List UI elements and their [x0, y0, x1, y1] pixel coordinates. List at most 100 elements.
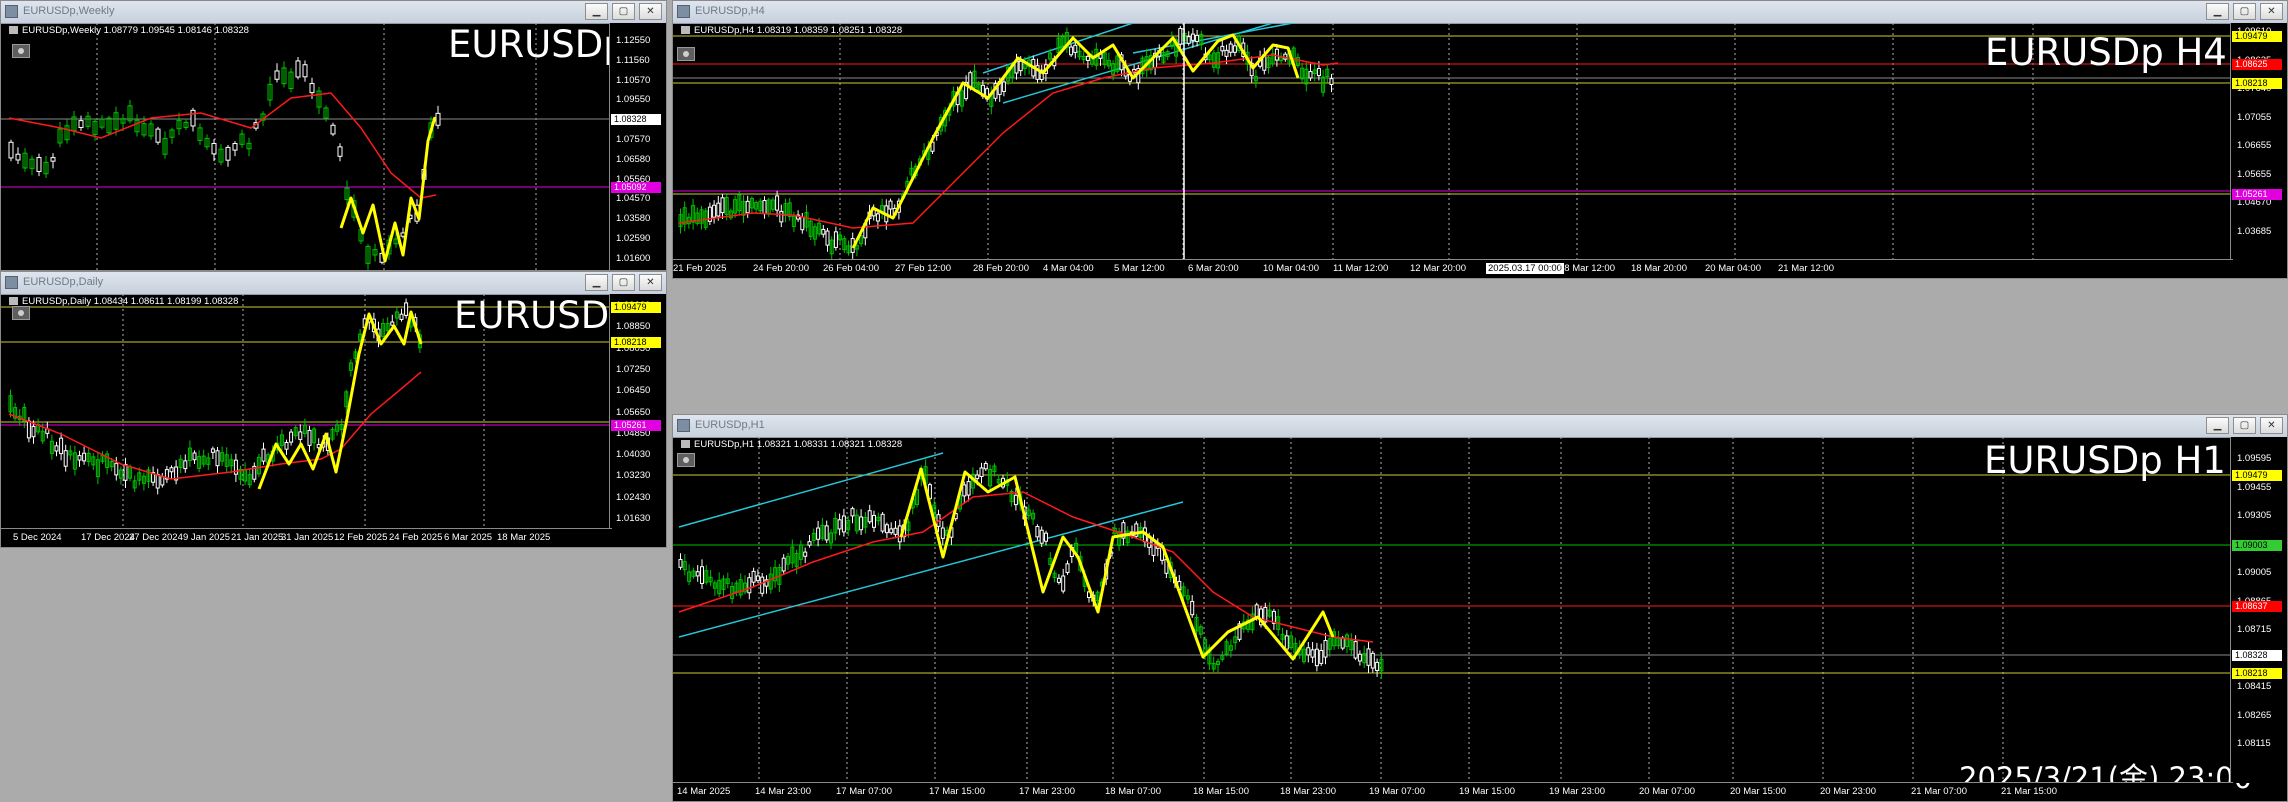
screenshot-icon[interactable]: [677, 47, 695, 61]
time-scale[interactable]: 14 Mar 2025 14 Mar 23:00 17 Mar 07:00 17 Ma…: [673, 782, 2233, 801]
screenshot-icon[interactable]: [677, 453, 695, 467]
candle: [1284, 635, 1289, 650]
time-tick-label: 6 Mar 20:00: [1188, 263, 1239, 274]
window-titlebar[interactable]: EURUSDp,Daily ▁ ▢ ✕: [1, 272, 666, 295]
time-tick-label: 20 Mar 15:00: [1730, 786, 1786, 797]
maximize-button[interactable]: ▢: [2233, 417, 2256, 434]
price-tick-label: 1.01630: [616, 513, 651, 524]
window-title: EURUSDp,Daily: [23, 276, 104, 288]
candle: [800, 216, 805, 231]
price-tag: 1.09479: [611, 302, 661, 313]
candle: [1069, 46, 1074, 56]
candle: [1316, 68, 1321, 77]
price-tick-label: 1.04030: [616, 449, 651, 461]
maximize-button[interactable]: ▢: [2233, 3, 2256, 20]
maximize-button[interactable]: ▢: [612, 274, 635, 291]
chart-window-h4[interactable]: EURUSDp,H4 ▁ ▢ ✕ EURUSDp,H4 1.08319 1.08…: [672, 0, 2288, 279]
price-tick-label: 1.03230: [616, 470, 651, 482]
candle: [695, 571, 700, 577]
window-titlebar[interactable]: EURUSDp,Weekly ▁ ▢ ✕: [1, 1, 666, 24]
time-tick-label: 14 Mar 2025: [677, 786, 731, 797]
time-tick-label: 18 Mar 12:00: [1559, 263, 1615, 274]
candle: [15, 153, 21, 161]
price-tick-label: 1.05650: [616, 406, 651, 418]
candle: [1370, 652, 1375, 669]
candle: [215, 450, 220, 467]
time-tick-label: 17 Mar 15:00: [929, 786, 985, 797]
minimize-button[interactable]: ▁: [2206, 417, 2229, 434]
time-tick-label: 31 Jan 2025: [281, 532, 334, 543]
candle: [210, 448, 215, 453]
price-tick-label: 1.06450: [616, 385, 651, 397]
minimize-button[interactable]: ▁: [2206, 3, 2229, 20]
price-scale[interactable]: 1.096601.088501.080501.072501.064501.056…: [609, 294, 666, 529]
window-titlebar[interactable]: EURUSDp,H1 ▁ ▢ ✕: [673, 415, 2287, 438]
chart-window-d1[interactable]: EURUSDp,Daily ▁ ▢ ✕ EURUSDp,Daily 1.0843…: [0, 271, 667, 548]
window-titlebar[interactable]: EURUSDp,H4 ▁ ▢ ✕: [673, 1, 2287, 24]
close-button[interactable]: ✕: [2260, 417, 2283, 434]
candle: [825, 230, 830, 246]
minimize-button[interactable]: ▁: [585, 274, 608, 291]
symbol-info: EURUSDp,H4 1.08319 1.08359 1.08251 1.083…: [681, 25, 902, 36]
symbol-info: EURUSDp,H1 1.08321 1.08331 1.08321 1.083…: [681, 439, 902, 450]
candle: [859, 516, 864, 531]
price-tick-label: 1.06580: [616, 153, 651, 165]
screenshot-icon[interactable]: [12, 306, 30, 320]
time-tick-label: 9 Jan 2025: [183, 532, 231, 543]
candle: [190, 109, 196, 127]
close-button[interactable]: ✕: [2260, 3, 2283, 20]
candle: [114, 462, 119, 476]
candle: [966, 481, 971, 496]
candle: [50, 157, 56, 162]
candle: [867, 510, 872, 523]
close-button[interactable]: ✕: [639, 274, 662, 291]
candle: [309, 83, 315, 94]
candle: [1274, 48, 1279, 61]
chart-window-w1[interactable]: EURUSDp,Weekly ▁ ▢ ✕ EURUSDp,Weekly 1.08…: [0, 0, 667, 271]
price-scale[interactable]: 1.125501.115601.105701.095501.085601.075…: [609, 23, 666, 270]
price-tag: 1.08625: [2232, 59, 2282, 70]
candle: [816, 527, 821, 540]
screenshot-icon[interactable]: [12, 44, 30, 58]
candle: [1001, 81, 1006, 92]
candle: [700, 566, 704, 584]
chart-window-h1[interactable]: EURUSDp,H1 ▁ ▢ ✕ EURUSDp,H1 1.08321 1.08…: [672, 414, 2288, 802]
price-tag: 1.05261: [611, 420, 661, 431]
time-tick-label: 19 Mar 07:00: [1369, 786, 1425, 797]
candle: [1013, 494, 1018, 506]
candle: [1186, 36, 1191, 44]
candle: [1061, 575, 1066, 592]
price-tick-label: 1.11560: [616, 54, 650, 66]
candle: [78, 120, 84, 129]
close-button[interactable]: ✕: [639, 3, 662, 20]
candle: [1035, 526, 1040, 538]
candle: [872, 514, 876, 528]
price-tick-label: 1.07055: [2237, 111, 2272, 123]
price-chart[interactable]: [673, 437, 2233, 785]
price-scale[interactable]: 1.095951.094551.093051.091551.090051.088…: [2230, 437, 2287, 783]
candle: [63, 450, 68, 467]
price-tick-label: 1.08715: [2237, 624, 2272, 635]
price-tag: 1.08218: [611, 337, 661, 348]
price-tick-label: 1.01600: [616, 252, 651, 264]
candle: [1314, 648, 1319, 667]
candle: [1018, 60, 1023, 72]
candle: [833, 231, 838, 248]
candle: [1044, 532, 1048, 542]
time-scale[interactable]: 5 Dec 2024 17 Dec 2024 27 Dec 2024 9 Jan 20…: [1, 528, 612, 547]
time-tick-label: 19 Mar 15:00: [1459, 786, 1515, 797]
time-tick-label: 24 Feb 20:00: [753, 263, 809, 274]
candle: [716, 202, 721, 217]
maximize-button[interactable]: ▢: [612, 3, 635, 20]
candle: [192, 452, 197, 461]
candle: [678, 559, 683, 568]
minimize-button[interactable]: ▁: [585, 3, 608, 20]
candle: [289, 431, 294, 443]
candle: [962, 484, 967, 497]
time-tick-label: 21 Feb 2025: [673, 263, 727, 274]
candle: [779, 210, 784, 223]
candle: [302, 64, 308, 78]
time-scale[interactable]: 21 Feb 2025 24 Feb 20:00 26 Feb 04:00 27 Fe…: [673, 259, 2233, 278]
candle: [841, 515, 846, 533]
price-scale[interactable]: 1.096101.086251.076401.070551.066551.056…: [2230, 23, 2287, 260]
